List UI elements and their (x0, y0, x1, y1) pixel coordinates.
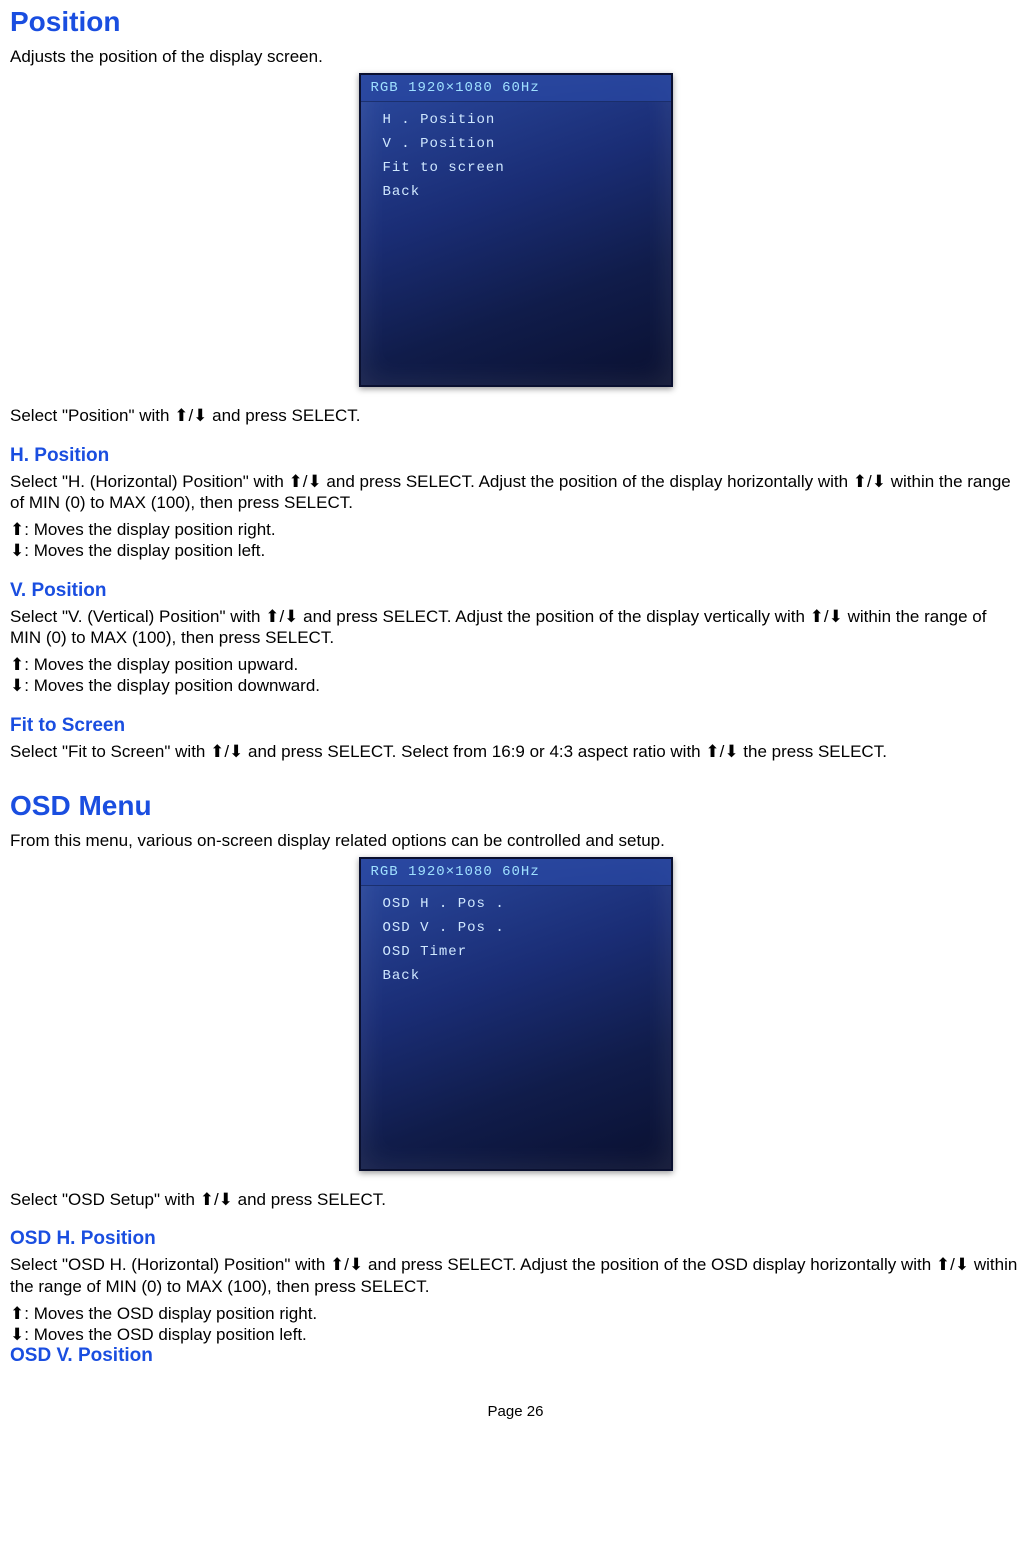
osd-item-back[interactable]: Back (383, 180, 649, 204)
osd-item-fit-to-screen[interactable]: Fit to screen (383, 156, 649, 180)
osd-menu-intro: From this menu, various on-screen displa… (10, 830, 1021, 851)
osd-h-up: ⬆: Moves the OSD display position right. (10, 1303, 1021, 1324)
subheading-osd-v-position: OSD V. Position (10, 1345, 1021, 1367)
v-position-para: Select "V. (Vertical) Position" with ⬆/⬇… (10, 606, 1021, 649)
osd-h-para: Select "OSD H. (Horizontal) Position" wi… (10, 1254, 1021, 1297)
osd-h-down: ⬇: Moves the OSD display position left. (10, 1324, 1021, 1345)
osd-setup-select-text: Select "OSD Setup" with ⬆/⬇ and press SE… (10, 1189, 1021, 1210)
osd-item-v-position[interactable]: V . Position (383, 132, 649, 156)
page-number: Page 26 (10, 1403, 1021, 1420)
subheading-v-position: V. Position (10, 580, 1021, 602)
position-select-text: Select "Position" with ⬆/⬇ and press SEL… (10, 405, 1021, 426)
osd-item-back[interactable]: Back (383, 964, 649, 988)
osd-panel: RGB 1920×1080 60Hz H . Position V . Posi… (359, 73, 673, 387)
osd-item-osd-timer[interactable]: OSD Timer (383, 940, 649, 964)
osd-item-osd-v-pos[interactable]: OSD V . Pos . (383, 916, 649, 940)
osd-screenshot-osd-menu: RGB 1920×1080 60Hz OSD H . Pos . OSD V .… (10, 857, 1021, 1171)
page-container: Position Adjusts the position of the dis… (0, 0, 1031, 1440)
osd-menu-list: OSD H . Pos . OSD V . Pos . OSD Timer Ba… (361, 886, 671, 994)
v-position-down: ⬇: Moves the display position downward. (10, 675, 1021, 696)
osd-menu-list: H . Position V . Position Fit to screen … (361, 102, 671, 210)
osd-item-h-position[interactable]: H . Position (383, 108, 649, 132)
section-title-osd-menu: OSD Menu (10, 790, 1021, 822)
section-title-position: Position (10, 6, 1021, 38)
osd-item-osd-h-pos[interactable]: OSD H . Pos . (383, 892, 649, 916)
osd-panel: RGB 1920×1080 60Hz OSD H . Pos . OSD V .… (359, 857, 673, 1171)
fit-para: Select "Fit to Screen" with ⬆/⬇ and pres… (10, 741, 1021, 762)
subheading-osd-h-position: OSD H. Position (10, 1228, 1021, 1250)
h-position-down: ⬇: Moves the display position left. (10, 540, 1021, 561)
subheading-fit-to-screen: Fit to Screen (10, 715, 1021, 737)
h-position-para: Select "H. (Horizontal) Position" with ⬆… (10, 471, 1021, 514)
subheading-h-position: H. Position (10, 445, 1021, 467)
osd-header: RGB 1920×1080 60Hz (361, 859, 671, 886)
h-position-up: ⬆: Moves the display position right. (10, 519, 1021, 540)
osd-header: RGB 1920×1080 60Hz (361, 75, 671, 102)
v-position-up: ⬆: Moves the display position upward. (10, 654, 1021, 675)
osd-screenshot-position: RGB 1920×1080 60Hz H . Position V . Posi… (10, 73, 1021, 387)
position-intro: Adjusts the position of the display scre… (10, 46, 1021, 67)
